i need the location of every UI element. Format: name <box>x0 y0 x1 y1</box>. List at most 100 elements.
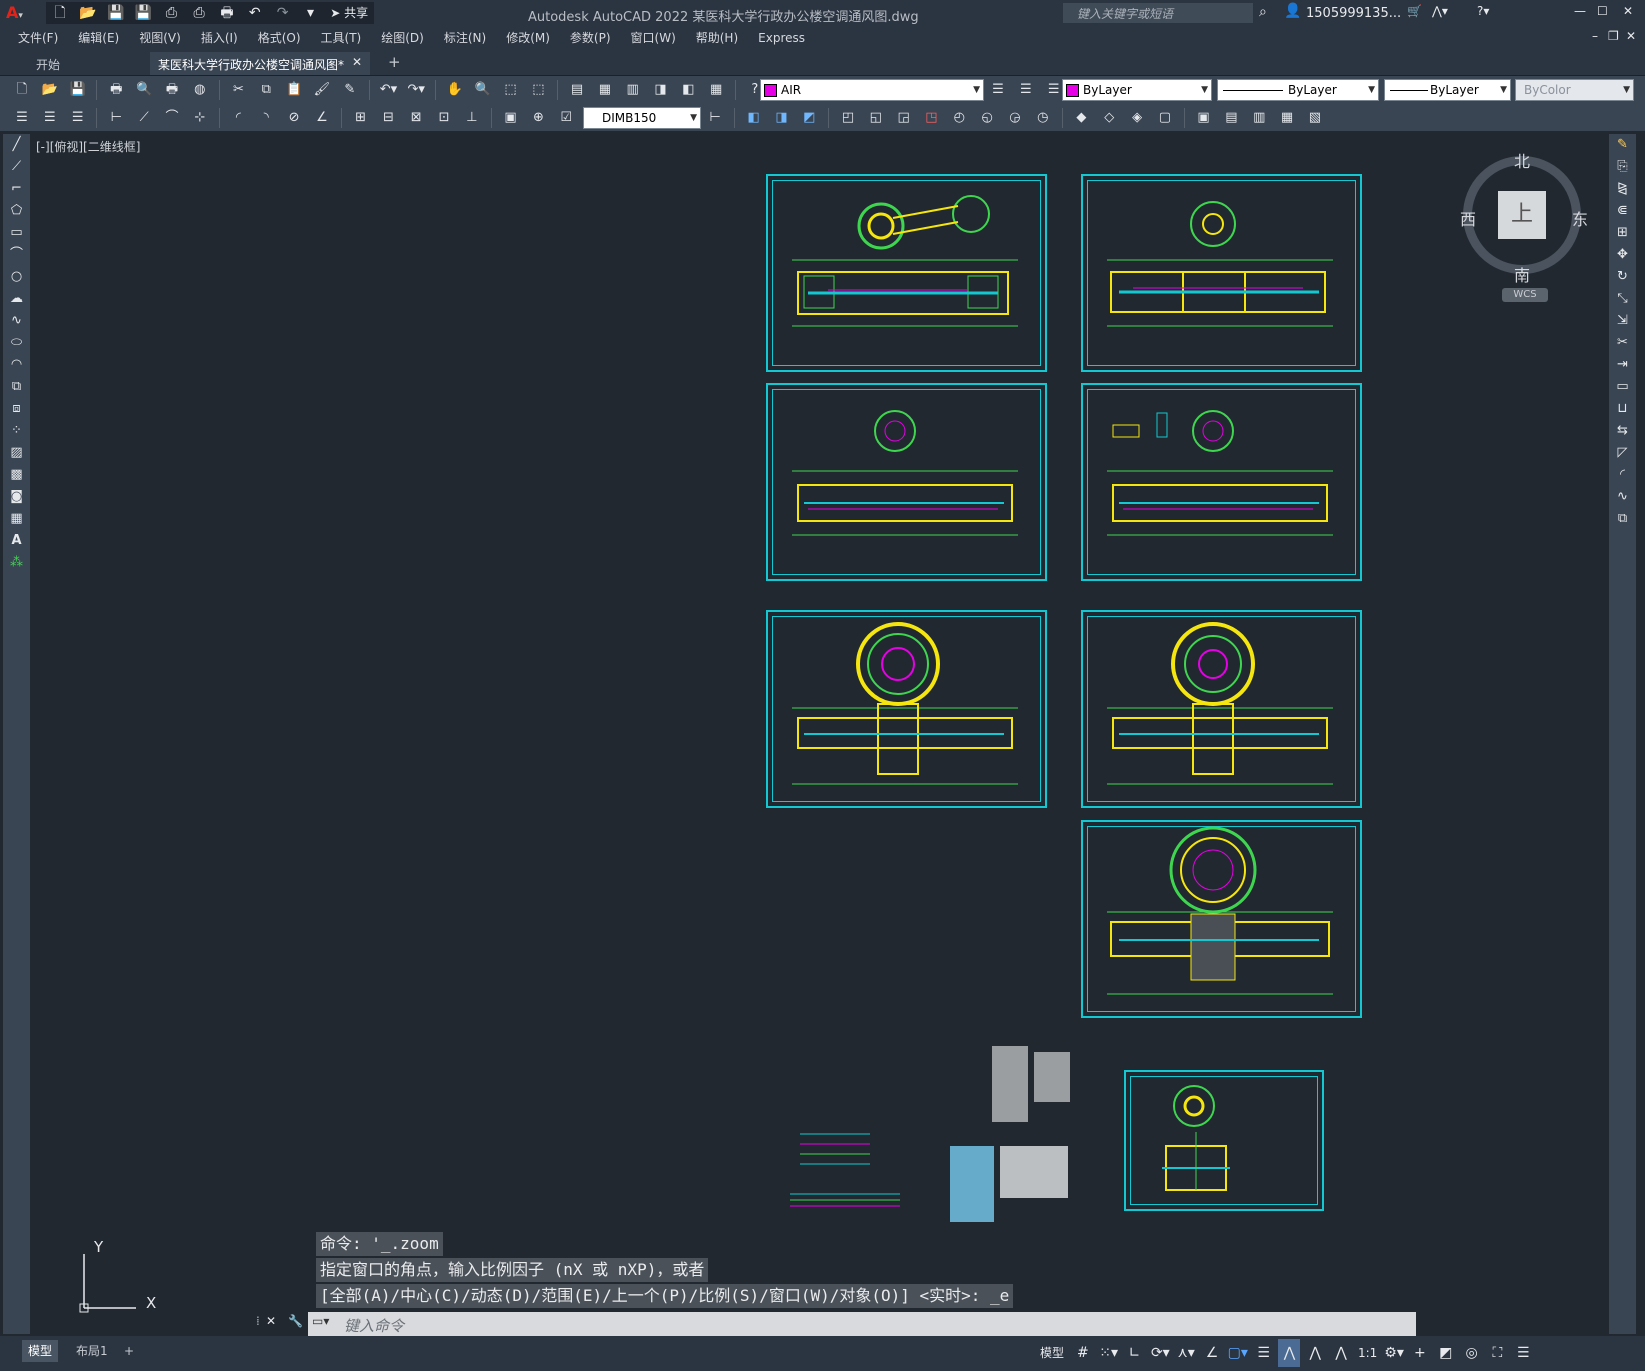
revcloud-icon[interactable]: ☁ <box>3 288 30 310</box>
make-block-icon[interactable]: ⧈ <box>3 398 30 420</box>
user-icon[interactable]: 👤 <box>1284 3 1301 19</box>
viewcube-west[interactable]: 西 <box>1460 206 1476 230</box>
region-icon[interactable]: ◙ <box>3 486 30 508</box>
dim-diameter-icon[interactable]: ⊘ <box>283 107 305 129</box>
dimstyle-dropdown[interactable]: DIMB150 ▼ <box>583 107 701 129</box>
menu-item[interactable]: 窗口(W) <box>621 27 686 50</box>
viewport-label[interactable]: [-][俯视][二维线框] <box>36 138 140 155</box>
drawing-sheet[interactable] <box>1081 820 1362 1018</box>
menu-item[interactable]: 参数(P) <box>560 27 621 50</box>
plotstyle-dropdown[interactable]: ByColor ▼ <box>1515 79 1634 101</box>
preview-icon[interactable]: 🔍 <box>133 79 155 101</box>
open-icon[interactable]: 📂 <box>77 2 99 24</box>
new-tab-button[interactable]: + <box>388 53 401 71</box>
menu-item[interactable]: 插入(I) <box>191 27 248 50</box>
menu-item[interactable]: 标注(N) <box>434 27 496 50</box>
doc-close-icon[interactable]: ✕ <box>1626 29 1636 43</box>
autocad-logo-icon[interactable]: A▾ <box>6 3 23 22</box>
explode-icon[interactable]: ⧉ <box>1609 508 1636 530</box>
viewcube[interactable]: 上 <box>1463 156 1581 274</box>
ellipse-icon[interactable]: ⬭ <box>3 332 30 354</box>
gradient-icon[interactable]: ▩ <box>3 464 30 486</box>
polar-icon[interactable]: ⟳▾ <box>1149 1339 1171 1367</box>
extend-icon[interactable]: ⇥ <box>1609 354 1636 376</box>
layer-iso-icon[interactable]: ☰ <box>67 107 89 129</box>
snap-icon[interactable]: ⁙▾ <box>1098 1339 1120 1367</box>
separate-icon[interactable]: ◈ <box>1126 107 1148 129</box>
dim-style-icon[interactable]: ⊢ <box>704 107 726 129</box>
color-faces-icon[interactable]: ◷ <box>1032 107 1054 129</box>
command-prompt-icon[interactable]: ▭▾ <box>312 1314 329 1328</box>
dim-baseline-icon[interactable]: ⊟ <box>377 107 399 129</box>
blend-icon[interactable]: ∿ <box>1609 486 1636 508</box>
circle-icon[interactable]: ○ <box>3 266 30 288</box>
cart-icon[interactable]: 🛒 <box>1407 4 1422 18</box>
lineweight-icon[interactable]: ☰ <box>1253 1339 1275 1367</box>
dim-linear-icon[interactable]: ⊢ <box>105 107 127 129</box>
close-button[interactable]: ✕ <box>1623 4 1633 18</box>
point-icon[interactable]: ⁘ <box>3 420 30 442</box>
tab-drawing[interactable]: 某医科大学行政办公楼空调通风图* ✕ <box>150 52 370 75</box>
offset-faces-icon[interactable]: ◲ <box>893 107 915 129</box>
viewcube-top-face[interactable]: 上 <box>1498 191 1546 239</box>
ellipse-arc-icon[interactable]: ◠ <box>3 354 30 376</box>
rectangle-icon[interactable]: ▭ <box>3 222 30 244</box>
drawing-sheet[interactable] <box>766 174 1047 372</box>
menu-item[interactable]: Express <box>748 27 815 50</box>
workspace-gear-icon[interactable]: ⚙▾ <box>1383 1339 1405 1367</box>
search-input[interactable]: 键入关键字或短语 <box>1077 5 1173 22</box>
help-icon[interactable]: ?▾ <box>1477 4 1489 18</box>
union-icon[interactable]: ◧ <box>743 107 765 129</box>
center-mark-icon[interactable]: ⊕ <box>527 107 549 129</box>
line-icon[interactable]: ╱ <box>3 134 30 156</box>
add-selected-icon[interactable]: ⁂ <box>3 552 30 574</box>
mirror-icon[interactable]: ⧎ <box>1609 178 1636 200</box>
tab-close-icon[interactable]: ✕ <box>352 55 362 69</box>
dim-space-icon[interactable]: ⊡ <box>433 107 455 129</box>
extrude-faces-icon[interactable]: ◰ <box>837 107 859 129</box>
spline-icon[interactable]: ∿ <box>3 310 30 332</box>
customize-icon[interactable]: 🔧 <box>288 1314 303 1328</box>
table-icon[interactable]: ▦ <box>3 508 30 530</box>
auto-scale-icon[interactable]: ⋀ <box>1304 1339 1326 1367</box>
copy-faces-icon[interactable]: ◶ <box>1004 107 1026 129</box>
arc-icon[interactable]: ⌒ <box>3 244 30 266</box>
construction-line-icon[interactable]: ⟋ <box>3 156 30 178</box>
tab-start[interactable]: 开始 <box>8 52 148 74</box>
model-space-button[interactable]: 模型 <box>1036 1339 1068 1367</box>
grip-icon[interactable]: ⁞ <box>256 1314 260 1328</box>
plot-icon[interactable]: 🖶 <box>216 2 238 24</box>
make-current-layer-icon[interactable]: ☰ <box>987 79 1009 101</box>
command-input[interactable]: ▭▾ 键入命令 <box>308 1312 1416 1336</box>
move-icon[interactable]: ✥ <box>1609 244 1636 266</box>
search-box[interactable]: 键入关键字或短语 <box>1063 3 1253 23</box>
layer-previous-icon[interactable]: ☰ <box>1015 79 1037 101</box>
polygon-icon[interactable]: ⬠ <box>3 200 30 222</box>
drawing-sheet[interactable] <box>1081 610 1362 808</box>
wcs-menu[interactable]: WCS <box>1502 288 1548 302</box>
paste-icon[interactable]: 📋 <box>283 79 305 101</box>
lineweight-dropdown[interactable]: ByLayer ▼ <box>1384 79 1511 101</box>
dim-aligned-icon[interactable]: ⟋ <box>133 107 155 129</box>
layer-walk-icon[interactable]: ☰ <box>39 107 61 129</box>
hatch-icon[interactable]: ▨ <box>3 442 30 464</box>
offset-icon[interactable]: ⋐ <box>1609 200 1636 222</box>
inspect-icon[interactable]: ☑ <box>555 107 577 129</box>
match-prop-icon[interactable]: 🖌 <box>311 79 333 101</box>
markup-icon[interactable]: ◧ <box>677 79 699 101</box>
copy-object-icon[interactable]: ⎘ <box>1609 156 1636 178</box>
break-at-point-icon[interactable]: ▭ <box>1609 376 1636 398</box>
rotate-faces-icon[interactable]: ◴ <box>948 107 970 129</box>
chamfer-icon[interactable]: ◸ <box>1609 442 1636 464</box>
extract-edges-icon[interactable]: ▧ <box>1304 107 1326 129</box>
maximize-button[interactable]: ☐ <box>1597 4 1608 18</box>
break-icon[interactable]: ⊔ <box>1609 398 1636 420</box>
menu-item[interactable]: 格式(O) <box>248 27 311 50</box>
linetype-dropdown[interactable]: ByLayer ▼ <box>1217 79 1379 101</box>
move-faces-icon[interactable]: ◱ <box>865 107 887 129</box>
annotation-scale-value[interactable]: 1:1 <box>1356 1339 1379 1367</box>
doc-restore-icon[interactable]: ❐ <box>1608 29 1619 43</box>
mtext-icon[interactable]: A <box>3 530 30 552</box>
add-layout-button[interactable]: + <box>124 1340 134 1362</box>
join-icon[interactable]: ⇆ <box>1609 420 1636 442</box>
